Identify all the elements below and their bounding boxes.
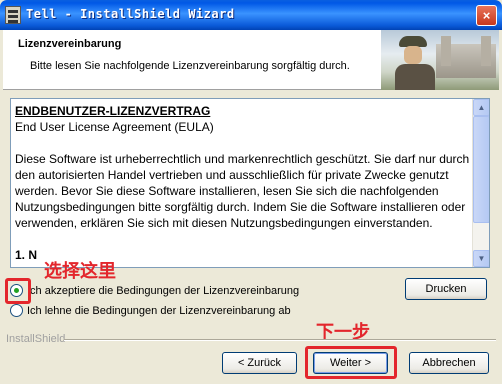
page-title: Lizenzvereinbarung [18, 38, 122, 50]
page-subtitle: Bitte lesen Sie nachfolgende Lizenzverei… [30, 60, 350, 72]
decline-label[interactable]: Ich lehne die Bedingungen der Lizenzvere… [27, 305, 291, 317]
game-banner-image [381, 30, 499, 90]
wizard-header: Lizenzvereinbarung Bitte lesen Sie nachf… [3, 30, 499, 90]
scroll-up-button[interactable]: ▲ [473, 99, 489, 116]
tower-graphic [481, 36, 491, 66]
footer-divider [64, 339, 496, 341]
license-body: Diese Software ist urheberrechtlich und … [15, 152, 470, 230]
window-title: Tell - InstallShield Wizard [26, 7, 235, 21]
back-button[interactable]: < Zurück [222, 352, 297, 374]
scroll-down-button[interactable]: ▼ [473, 250, 489, 267]
cancel-button[interactable]: Abbrechen [409, 352, 489, 374]
character-body [395, 64, 435, 90]
annotation-highlight-radio [5, 278, 31, 304]
annotation-highlight-next [305, 346, 397, 379]
installshield-brand: InstallShield [6, 333, 66, 345]
character-portrait [395, 34, 435, 90]
license-scrollbar[interactable]: ▲ ▼ [472, 99, 489, 267]
decline-option[interactable]: Ich lehne die Bedingungen der Lizenzvere… [10, 304, 291, 317]
decline-radio[interactable] [10, 304, 23, 317]
character-face [404, 46, 422, 64]
accept-label[interactable]: Ich akzeptiere die Bedingungen der Lizen… [27, 285, 299, 297]
license-content: ENDBENUTZER-LIZENZVERTRAG End User Licen… [15, 103, 470, 263]
scroll-thumb[interactable] [473, 116, 489, 223]
title-bar[interactable]: Tell - InstallShield Wizard × [0, 0, 502, 30]
license-subheading: End User License Agreement (EULA) [15, 120, 214, 134]
license-heading: ENDBENUTZER-LIZENZVERTRAG [15, 104, 211, 118]
close-button[interactable]: × [476, 5, 497, 26]
accept-option[interactable]: Ich akzeptiere die Bedingungen der Lizen… [10, 284, 299, 297]
print-button[interactable]: Drucken [405, 278, 487, 300]
tower-graphic [441, 36, 451, 66]
annotation-select-here: 选择这里 [44, 261, 116, 282]
installer-app-icon [5, 6, 21, 24]
license-text-area[interactable]: ENDBENUTZER-LIZENZVERTRAG End User Licen… [10, 98, 490, 268]
